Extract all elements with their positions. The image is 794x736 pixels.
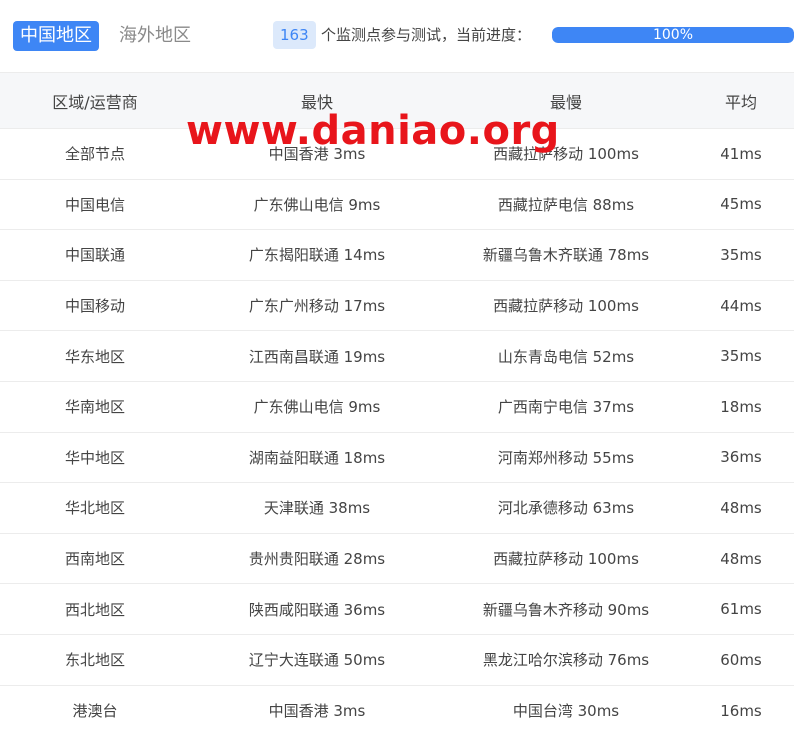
cell-region: 华东地区 <box>0 330 190 382</box>
cell-slowest: 西藏拉萨移动 100ms <box>444 533 688 585</box>
cell-slowest: 河南郑州移动 55ms <box>444 432 688 484</box>
cell-average: 45ms <box>688 179 794 231</box>
cell-average: 35ms <box>688 229 794 281</box>
cell-average: 35ms <box>688 330 794 382</box>
table-row: 华东地区 江西南昌联通 19ms 山东青岛电信 52ms 35ms <box>0 330 794 382</box>
tab-china-region[interactable]: 中国地区 <box>13 21 99 51</box>
cell-fastest: 江西南昌联通 19ms <box>190 330 444 382</box>
cell-region: 东北地区 <box>0 634 190 686</box>
cell-average: 60ms <box>688 634 794 686</box>
table-row: 西北地区 陕西咸阳联通 36ms 新疆乌鲁木齐移动 90ms 61ms <box>0 583 794 635</box>
cell-average: 44ms <box>688 280 794 332</box>
cell-region: 中国电信 <box>0 179 190 231</box>
cell-average: 18ms <box>688 381 794 433</box>
cell-fastest: 广东揭阳联通 14ms <box>190 229 444 281</box>
tab-overseas-region[interactable]: 海外地区 <box>112 21 198 51</box>
table-row: 东北地区 辽宁大连联通 50ms 黑龙江哈尔滨移动 76ms 60ms <box>0 634 794 686</box>
cell-region: 西南地区 <box>0 533 190 585</box>
cell-fastest: 广东佛山电信 9ms <box>190 179 444 231</box>
cell-slowest: 新疆乌鲁木齐移动 90ms <box>444 583 688 635</box>
cell-slowest: 中国台湾 30ms <box>512 702 620 721</box>
cell-fastest: 天津联通 38ms <box>190 482 444 534</box>
cell-region: 华南地区 <box>0 381 190 433</box>
cell-region: 中国移动 <box>0 280 190 332</box>
cell-fastest: 湖南益阳联通 18ms <box>190 432 444 484</box>
table-body: 全部节点 中国香港 3ms 西藏拉萨移动 100ms 41ms 中国电信 广东佛山电信 9… <box>0 128 794 736</box>
cell-slowest: 西藏拉萨移动 100ms <box>444 280 688 332</box>
cell-slowest: 西藏拉萨电信 88ms <box>444 179 688 231</box>
table-row: 中国移动 广东广州移动 17ms 西藏拉萨移动 100ms 44ms <box>0 280 794 332</box>
progress-percent-label: 100% <box>652 27 694 43</box>
header-region-isp: 区域/运营商 <box>0 72 190 129</box>
cell-fastest: 中国香港 3ms <box>268 702 366 721</box>
cell-slowest: 广西南宁电信 37ms <box>444 381 688 433</box>
cell-average: 48ms <box>688 533 794 585</box>
table-row: 华中地区 湖南益阳联通 18ms 河南郑州移动 55ms 36ms <box>0 432 794 484</box>
cell-region: 华中地区 <box>0 432 190 484</box>
cell-region: 西北地区 <box>0 583 190 635</box>
results-table: 区域/运营商 最快 最慢 平均 全部节点 中国香港 3ms 西藏拉萨移动 100ms… <box>0 72 794 736</box>
table-row: 华南地区 广东佛山电信 9ms 广西南宁电信 37ms 18ms <box>0 381 794 433</box>
cell-region: 港澳台 <box>72 702 118 721</box>
cell-fastest: 广东佛山电信 9ms <box>190 381 444 433</box>
cell-fastest: 辽宁大连联通 50ms <box>190 634 444 686</box>
table-row: 西南地区 贵州贵阳联通 28ms 西藏拉萨移动 100ms 48ms <box>0 533 794 585</box>
cell-slowest: 河北承德移动 63ms <box>444 482 688 534</box>
progress-description: 个监测点参与测试，当前进度： <box>321 26 532 44</box>
cell-average: 16ms <box>720 701 762 720</box>
table-row: 港澳台 中国香港 3ms 中国台湾 30ms 16ms <box>0 685 794 736</box>
watermark-text: www.daniao.org <box>186 108 560 154</box>
table-row: 中国电信 广东佛山电信 9ms 西藏拉萨电信 88ms 45ms <box>0 179 794 231</box>
cell-average: 41ms <box>688 128 794 180</box>
cell-average: 61ms <box>688 583 794 635</box>
progress-bar: 100% <box>552 27 794 43</box>
cell-region: 华北地区 <box>0 482 190 534</box>
table-row: 华北地区 天津联通 38ms 河北承德移动 63ms 48ms <box>0 482 794 534</box>
top-bar: 中国地区 海外地区 163 个监测点参与测试，当前进度： 100% <box>0 0 794 72</box>
cell-region: 全部节点 <box>0 128 190 180</box>
table-row: 中国联通 广东揭阳联通 14ms 新疆乌鲁木齐联通 78ms 35ms <box>0 229 794 281</box>
cell-slowest: 新疆乌鲁木齐联通 78ms <box>444 229 688 281</box>
header-average: 平均 <box>688 72 794 129</box>
cell-fastest: 陕西咸阳联通 36ms <box>190 583 444 635</box>
cell-slowest: 黑龙江哈尔滨移动 76ms <box>444 634 688 686</box>
monitor-count-badge: 163 <box>273 21 316 49</box>
cell-average: 36ms <box>688 432 794 484</box>
cell-slowest: 山东青岛电信 52ms <box>444 330 688 382</box>
cell-fastest: 广东广州移动 17ms <box>190 280 444 332</box>
cell-fastest: 贵州贵阳联通 28ms <box>190 533 444 585</box>
cell-average: 48ms <box>688 482 794 534</box>
cell-region: 中国联通 <box>0 229 190 281</box>
